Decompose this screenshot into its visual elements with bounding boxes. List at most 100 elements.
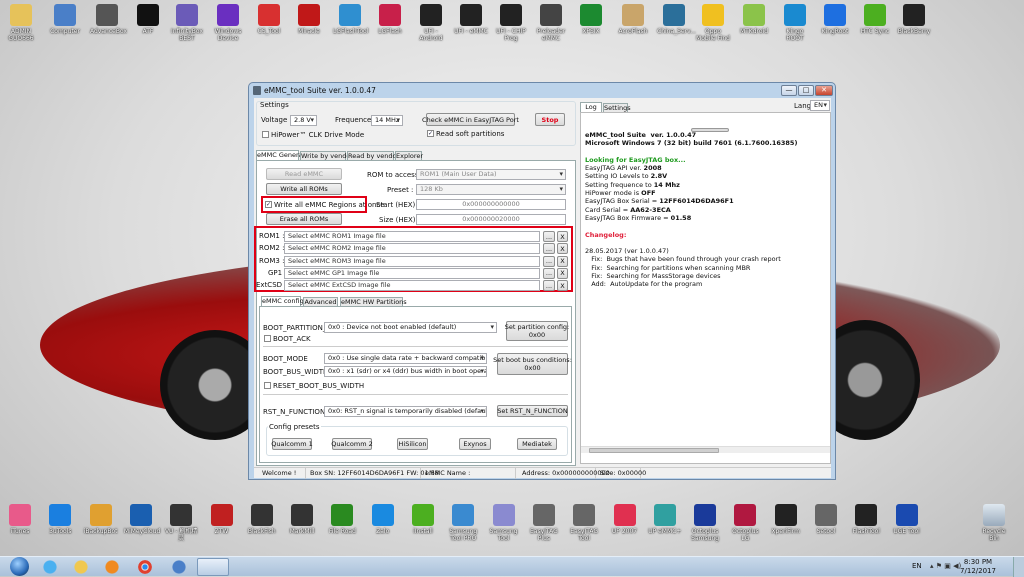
preset-qualcomm-2-button[interactable]: Qualcomm 2 [331, 438, 373, 450]
desktop-icon-atf[interactable]: ATF [131, 4, 165, 35]
scrollbar-thumb[interactable] [589, 448, 719, 453]
reset-boot-bus-width-checkbox[interactable] [264, 382, 271, 389]
desktop-icon-computer[interactable]: Computer [48, 4, 82, 35]
file-input-rom2[interactable]: Select eMMC ROM2 Image file [284, 243, 540, 255]
desktop-icon-iinstall[interactable]: iInstall [406, 504, 440, 535]
file-input-gp1[interactable]: Select eMMC GP1 Image file [284, 267, 540, 279]
desktop-icon-up-2007[interactable]: UP 2007 [608, 504, 642, 535]
desktop-icon-infinitybox-best[interactable]: InfinityBox BEST [170, 4, 204, 42]
check-emmc-button[interactable]: Check eMMC in EasyJTAG Port [422, 113, 519, 126]
browse-button[interactable]: ... [543, 243, 555, 255]
maximize-button[interactable]: □ [798, 85, 814, 96]
erase-all-roms-button[interactable]: Erase all ROMs [266, 213, 342, 225]
clock[interactable]: 8:30 PM 7/12/2017 [958, 558, 998, 576]
browse-button[interactable]: ... [543, 267, 555, 279]
desktop-icon-zalo[interactable]: Zalo [366, 504, 400, 535]
start-hex-input[interactable]: 0x000000000000 [416, 199, 566, 210]
tray-icons[interactable]: ▴ ⚑ ▣ ◀) [930, 562, 961, 570]
taskbar-media-player-icon[interactable] [97, 558, 127, 576]
desktop-icon-admin-guo666[interactable]: ADMIN GUO666 [4, 4, 38, 42]
write-all-regions-checkbox[interactable]: ✓ [265, 201, 272, 208]
desktop-icon-mimeycloud[interactable]: MiMeyCloud [124, 504, 160, 535]
desktop-icon-easyjtag-plus[interactable]: EasyJTAG Plus [527, 504, 561, 542]
clear-button[interactable]: X [557, 267, 568, 279]
browse-button[interactable]: ... [543, 255, 555, 267]
lang-select[interactable]: EN [810, 100, 830, 111]
desktop-icon-itunes[interactable]: iTunes [3, 504, 37, 535]
desktop-icon-samsung-tool-pro[interactable]: Samsung Tool PRO [446, 504, 480, 542]
browse-button[interactable]: ... [543, 231, 555, 242]
start-button[interactable] [10, 557, 29, 576]
set-partition-config-button[interactable]: Set partition config: 0x00 [505, 321, 569, 341]
desktop-icon-vu[interactable]: VU - 刷机精灵 [164, 504, 198, 542]
desktop-icon-ufi-chip-prog[interactable]: UFI - CHIP Prog [494, 4, 528, 42]
preset-exynos-button[interactable]: Exynos [459, 438, 491, 450]
preset-hisilicon-button[interactable]: HiSilicon [397, 438, 428, 450]
desktop-icon-xpsix[interactable]: XPSIX [574, 4, 608, 35]
browse-button[interactable]: ... [543, 280, 555, 292]
desktop-icon-windows-device[interactable]: Windows Device [211, 4, 245, 42]
desktop-icon-htc-sync[interactable]: HTC Sync [858, 4, 892, 35]
desktop-icon-ufi-emmc[interactable]: UFI - eMMC [454, 4, 488, 35]
stop-button[interactable]: Stop [535, 113, 565, 126]
desktop-icon-samsung-tool[interactable]: Samsung Tool [487, 504, 521, 542]
file-input-rom3[interactable]: Select eMMC ROM3 Image file [284, 255, 540, 267]
desktop-icon-ztw[interactable]: ZTW [205, 504, 239, 535]
desktop-icon-blackfish[interactable]: BlackFish [245, 504, 279, 535]
rom-access-select[interactable]: ROM1 (Main User Data) [416, 169, 566, 180]
desktop-icon-lgflash[interactable]: LGFlash [373, 4, 407, 35]
clear-button[interactable]: X [557, 280, 568, 292]
desktop-icon-octoplus-samsung[interactable]: Octoplus Samsung [688, 504, 722, 542]
desktop-icon-xperifirm[interactable]: XperiFirm [769, 504, 803, 535]
frequence-select[interactable]: 14 MHz [371, 115, 403, 126]
desktop-icon-easyjtag-tool[interactable]: EasyJTAG Tool [567, 504, 601, 542]
desktop-icon-acroflash[interactable]: AcroFlash [616, 4, 650, 35]
boot-mode-select[interactable]: 0x0 : Use single data rate + backward co… [324, 353, 487, 364]
voltage-select[interactable]: 2.8 V [290, 115, 317, 126]
size-hex-input[interactable]: 0x000000020000 [416, 214, 566, 225]
desktop-icon-recycle-bin[interactable]: Recycle Bin [977, 504, 1011, 542]
language-indicator[interactable]: EN [912, 562, 922, 570]
desktop-icon-cs-tool[interactable]: CS_Tool [252, 4, 286, 35]
read-emmc-button[interactable]: Read eMMC [266, 168, 342, 180]
read-soft-partitions-checkbox[interactable]: ✓ [427, 130, 434, 137]
write-all-roms-button[interactable]: Write all ROMs [266, 183, 342, 195]
title-bar[interactable]: eMMC_tool Suite ver. 1.0.0.47 — □ ✕ [249, 83, 835, 98]
desktop-icon-setool[interactable]: Setool [809, 504, 843, 535]
preset-mediatek-button[interactable]: Mediatek [517, 438, 557, 450]
desktop-icon-octoplus-lg[interactable]: Octoplus LG [728, 504, 762, 542]
taskbar-chrome-icon[interactable] [130, 558, 160, 576]
clear-button[interactable]: X [557, 231, 568, 242]
desktop-icon-oppo-mobile-find[interactable]: Oppo Mobile Find [696, 4, 730, 42]
desktop-icon-flashtool[interactable]: FlashTool [849, 504, 883, 535]
file-input-extcsd[interactable]: Select eMMC ExtCSD Image file [284, 280, 540, 292]
boot-partition-select[interactable]: 0x0 : Device not boot enabled (default) [324, 322, 497, 333]
desktop-icon-3utools[interactable]: 3uTools [43, 504, 77, 535]
desktop-icon-advancebox[interactable]: AdvanceBox [90, 4, 127, 35]
rst-n-function-select[interactable]: 0x0: RST_n signal is temporarily disable… [324, 406, 487, 417]
file-input-rom1[interactable]: Select eMMC ROM1 Image file [284, 231, 540, 242]
set-rst-n-function-button[interactable]: Set RST_N_FUNCTION [497, 405, 568, 417]
show-desktop-button[interactable] [1013, 557, 1024, 577]
desktop-icon-up-emmc[interactable]: UP eMMC+ [648, 504, 682, 535]
desktop-icon-kingroot[interactable]: KingRoot [818, 4, 852, 35]
desktop-icon-ibackupbot[interactable]: iBackupBot [84, 504, 118, 535]
taskbar-ie-icon[interactable] [35, 558, 65, 576]
close-button[interactable]: ✕ [815, 85, 833, 96]
clear-button[interactable]: X [557, 243, 568, 255]
desktop-icon-china-serv[interactable]: China_Serv... [657, 4, 696, 35]
set-boot-bus-conditions-button[interactable]: Set boot bus conditions: 0x00 [493, 353, 572, 375]
desktop-icon-uge-tool[interactable]: UGE Tool [890, 504, 924, 535]
taskbar-emmc-tool-active[interactable] [197, 558, 229, 576]
preset-qualcomm-1-button[interactable]: Qualcomm 1 [271, 438, 313, 450]
desktop-icon-blackberry[interactable]: BlackBerry [897, 4, 931, 35]
desktop-icon-preloader-emmc[interactable]: Preloader eMMC [534, 4, 568, 42]
boot-bus-width-select[interactable]: 0x0 : x1 (sdr) or x4 (ddr) bus width in … [324, 366, 487, 377]
desktop-icon-miracle[interactable]: Miracle [292, 4, 326, 35]
desktop-icon-ufi-android[interactable]: UFI - Android [414, 4, 448, 42]
minimize-button[interactable]: — [781, 85, 797, 96]
preset-select[interactable]: 128 Kb [416, 184, 566, 195]
clear-button[interactable]: X [557, 255, 568, 267]
desktop-icon-file-road[interactable]: File Road [325, 504, 359, 535]
log-horizontal-scrollbar[interactable] [581, 446, 830, 453]
